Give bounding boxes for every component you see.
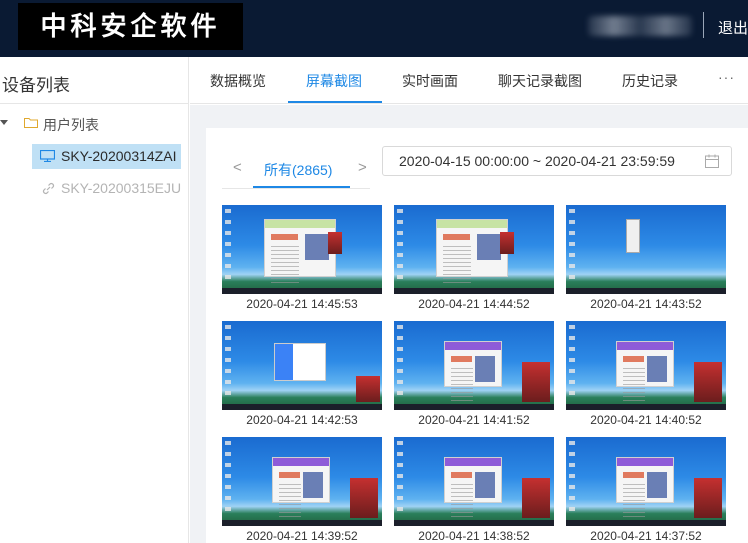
tab-chat-screenshots[interactable]: 聊天记录截图: [498, 71, 582, 91]
more-tabs-button[interactable]: ···: [718, 69, 735, 85]
filter-active-indicator: [253, 186, 350, 188]
tab-live-view[interactable]: 实时画面: [402, 71, 458, 91]
tree-expand-arrow-icon[interactable]: [0, 120, 8, 125]
date-range-picker[interactable]: 2020-04-15 00:00:00 ~ 2020-04-21 23:59:5…: [382, 146, 732, 176]
folder-icon: [24, 118, 38, 128]
device-label: SKY-20200315EJU: [61, 180, 182, 196]
filter-prev-button[interactable]: <: [233, 159, 242, 176]
screenshot-thumbnail[interactable]: [394, 321, 554, 410]
panel-title: 设备列表: [2, 76, 70, 95]
screenshot-thumbnail[interactable]: [566, 437, 726, 526]
tab-history[interactable]: 历史记录: [622, 71, 678, 91]
user-info-redacted: [588, 16, 692, 36]
filter-tab-all[interactable]: 所有(2865): [264, 160, 332, 180]
screenshot-timestamp: 2020-04-21 14:45:53: [246, 297, 358, 311]
screenshot-timestamp: 2020-04-21 14:44:52: [418, 297, 530, 311]
app-logo: 中科安企软件: [18, 3, 243, 50]
screenshot-timestamp: 2020-04-21 14:39:52: [246, 529, 358, 543]
device-list-panel: 设备列表 用户列表 SKY-20200314ZAI SKY-20200315EJ…: [0, 57, 189, 543]
screenshot-thumbnail[interactable]: [394, 205, 554, 294]
date-range-value: 2020-04-15 00:00:00 ~ 2020-04-21 23:59:5…: [399, 153, 675, 169]
screenshot-timestamp: 2020-04-21 14:38:52: [418, 529, 530, 543]
screenshot-timestamp: 2020-04-21 14:43:52: [590, 297, 702, 311]
filter-tabs-baseline: [222, 188, 370, 189]
tab-screenshots[interactable]: 屏幕截图: [306, 71, 362, 91]
filter-next-button[interactable]: >: [358, 159, 367, 176]
screenshot-thumbnail[interactable]: [566, 205, 726, 294]
logout-button[interactable]: 退出: [718, 17, 748, 38]
calendar-icon: [705, 154, 719, 168]
screenshot-timestamp: 2020-04-21 14:41:52: [418, 413, 530, 427]
device-item-selected[interactable]: SKY-20200314ZAI: [32, 144, 181, 169]
screenshot-thumbnail[interactable]: [222, 205, 382, 294]
screenshot-timestamp: 2020-04-21 14:37:52: [590, 529, 702, 543]
screenshot-timestamp: 2020-04-21 14:40:52: [590, 413, 702, 427]
tree-root-user-list[interactable]: 用户列表: [43, 115, 99, 135]
tab-data-overview[interactable]: 数据概览: [210, 71, 266, 91]
screenshot-thumbnail[interactable]: [394, 437, 554, 526]
monitor-icon: [40, 150, 55, 162]
main-tabs: 数据概览 屏幕截图 实时画面 聊天记录截图 历史记录 ···: [190, 57, 748, 104]
panel-divider: [0, 103, 189, 104]
header-divider: [703, 12, 704, 38]
top-bar: 中科安企软件 退出: [0, 0, 748, 57]
screenshot-thumbnail[interactable]: [566, 321, 726, 410]
device-label: SKY-20200314ZAI: [61, 148, 177, 164]
screenshot-thumbnail[interactable]: [222, 437, 382, 526]
active-tab-indicator: [288, 101, 382, 103]
screenshot-thumbnail[interactable]: [222, 321, 382, 410]
disconnected-link-icon: [42, 182, 55, 195]
device-item-offline[interactable]: SKY-20200315EJU: [32, 176, 187, 201]
screenshot-timestamp: 2020-04-21 14:42:53: [246, 413, 358, 427]
